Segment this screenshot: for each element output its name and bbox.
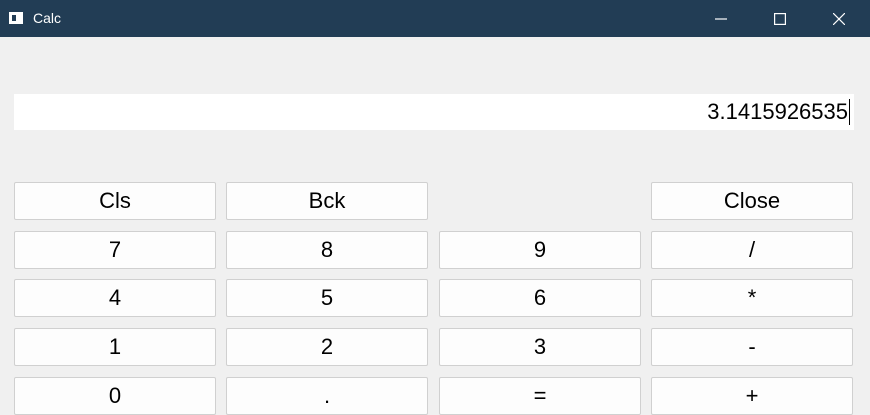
text-caret — [849, 99, 850, 125]
close-button[interactable] — [810, 0, 868, 37]
close-icon — [833, 12, 845, 25]
multiply-button[interactable]: * — [651, 279, 853, 317]
subtract-button[interactable]: - — [651, 328, 853, 366]
calculator-display[interactable]: 3.1415926535 — [14, 94, 854, 130]
minimize-button[interactable] — [692, 0, 750, 37]
5-button[interactable]: 5 — [226, 279, 428, 317]
title-bar: Calc — [0, 0, 870, 37]
minimize-icon — [715, 17, 727, 20]
equals-button[interactable]: = — [439, 377, 641, 415]
1-button[interactable]: 1 — [14, 328, 216, 366]
decimal-button[interactable]: . — [226, 377, 428, 415]
window-title: Calc — [33, 10, 62, 26]
cls-button[interactable]: Cls — [14, 182, 216, 220]
7-button[interactable]: 7 — [14, 231, 216, 269]
3-button[interactable]: 3 — [439, 328, 641, 366]
maximize-icon — [774, 12, 786, 25]
9-button[interactable]: 9 — [439, 231, 641, 269]
4-button[interactable]: 4 — [14, 279, 216, 317]
2-button[interactable]: 2 — [226, 328, 428, 366]
close-button[interactable]: Close — [651, 182, 853, 220]
8-button[interactable]: 8 — [226, 231, 428, 269]
0-button[interactable]: 0 — [14, 377, 216, 415]
display-value: 3.1415926535 — [707, 99, 848, 124]
add-button[interactable]: + — [651, 377, 853, 415]
6-button[interactable]: 6 — [439, 279, 641, 317]
app-icon — [9, 12, 23, 24]
divide-button[interactable]: / — [651, 231, 853, 269]
maximize-button[interactable] — [751, 0, 809, 37]
bck-button[interactable]: Bck — [226, 182, 428, 220]
